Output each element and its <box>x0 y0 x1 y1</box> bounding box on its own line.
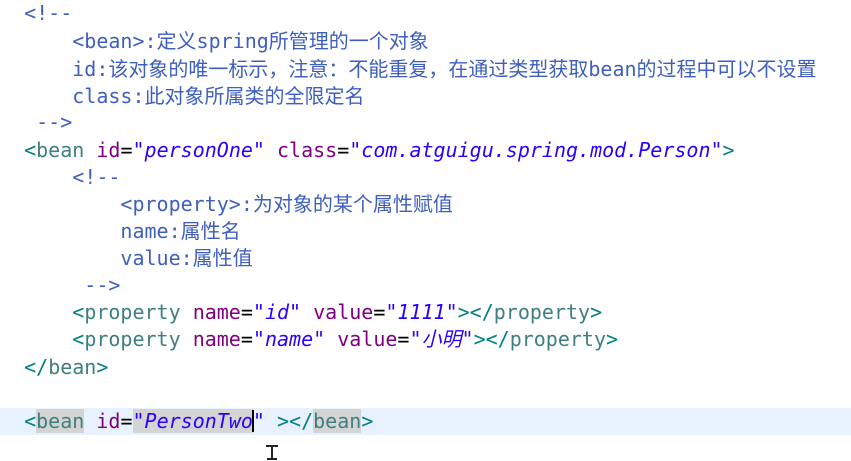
code-line[interactable]: <property name="name" value="小明"></prope… <box>0 326 851 353</box>
code-token-str: " <box>252 409 265 433</box>
code-token-bracket: < <box>72 327 85 351</box>
code-line[interactable]: </bean> <box>0 354 851 381</box>
code-token-str: "1111" <box>385 300 458 324</box>
code-line[interactable] <box>0 382 851 409</box>
code-token-comment: name:属性名 <box>24 219 241 243</box>
code-token-bracket: </ <box>24 355 49 379</box>
code-line[interactable]: value:属性值 <box>0 245 851 272</box>
code-token-bracket: > <box>96 355 109 379</box>
code-line[interactable]: <bean id="PersonTwo" ></bean> <box>0 408 851 435</box>
code-token-tag: property <box>84 327 181 351</box>
code-line[interactable]: name:属性名 <box>0 218 851 245</box>
code-token-eq: = <box>397 327 410 351</box>
code-token-bracket: < <box>72 300 85 324</box>
code-line[interactable]: <bean>:定义spring所管理的一个对象 <box>0 28 851 55</box>
code-token-comment: class:此对象所属类的全限定名 <box>24 84 365 108</box>
code-token-eq: = <box>373 300 386 324</box>
code-token-eq: = <box>240 327 253 351</box>
code-token-bracket: ></ <box>277 409 314 433</box>
code-token-comment: <bean>:定义spring所管理的一个对象 <box>24 29 429 53</box>
code-token-bracket: ></ <box>457 300 494 324</box>
code-token-str: "com.atguigu.spring.mod.Person" <box>349 138 723 162</box>
code-token-str: "PersonTwo <box>132 409 253 433</box>
code-line[interactable]: <property>:为对象的某个属性赋值 <box>0 191 851 218</box>
code-token-bracket: > <box>606 327 619 351</box>
code-token-tag: bean <box>48 355 97 379</box>
code-token-eq: = <box>240 300 253 324</box>
code-token-attr: value <box>313 300 374 324</box>
code-line[interactable]: id:该对象的唯一标示，注意：不能重复，在通过类型获取bean的过程中可以不设置 <box>0 56 851 83</box>
code-token-tag: property <box>509 327 607 351</box>
code-token-attr: id <box>96 138 121 162</box>
xml-code-editor[interactable]: <!-- <bean>:定义spring所管理的一个对象 id:该对象的唯一标示… <box>0 0 851 459</box>
code-token-str: "name" <box>252 327 326 351</box>
code-token-comment: id:该对象的唯一标示，注意：不能重复，在通过类型获取bean的过程中可以不设置 <box>24 57 817 81</box>
code-token-attr: class <box>277 138 338 162</box>
code-token-eq: = <box>120 409 133 433</box>
code-token-tag: property <box>84 300 181 324</box>
code-token-tag: bean <box>36 409 85 433</box>
code-token-bracket: > <box>590 300 603 324</box>
code-token-comment: <!-- <box>24 165 121 189</box>
code-token-comment: <!-- <box>24 1 73 25</box>
code-token-str: "id" <box>252 300 302 324</box>
code-token-eq: = <box>120 138 133 162</box>
code-token-comment: value:属性值 <box>24 246 253 270</box>
code-token-bracket: < <box>24 138 37 162</box>
code-token-tag: property <box>493 300 591 324</box>
code-line[interactable]: <!-- <box>0 0 851 27</box>
code-token-comment: --> <box>24 110 73 134</box>
code-line[interactable]: class:此对象所属类的全限定名 <box>0 83 851 110</box>
code-line[interactable]: <bean id="personOne" class="com.atguigu.… <box>0 137 851 164</box>
code-token-eq: = <box>337 138 350 162</box>
code-token-tag: bean <box>36 138 85 162</box>
code-token-comment: <property>:为对象的某个属性赋值 <box>24 192 453 216</box>
code-token-bracket: > <box>361 409 374 433</box>
code-token-attr: id <box>96 409 121 433</box>
code-token-attr: name <box>192 300 241 324</box>
code-token-tag: bean <box>313 409 362 433</box>
code-line[interactable]: <property name="id" value="1111"></prope… <box>0 299 851 326</box>
code-line[interactable]: <!-- <box>0 164 851 191</box>
code-token-comment: --> <box>24 273 121 297</box>
code-token-bracket: < <box>24 409 37 433</box>
code-token-bracket: ></ <box>473 327 510 351</box>
code-token-bracket: > <box>722 138 735 162</box>
code-token-attr: value <box>337 327 398 351</box>
code-line[interactable]: --> <box>0 109 851 136</box>
code-line[interactable]: --> <box>0 272 851 299</box>
code-token-str: "personOne" <box>132 138 265 162</box>
code-token-str: "小明" <box>409 327 474 351</box>
code-token-attr: name <box>192 327 241 351</box>
